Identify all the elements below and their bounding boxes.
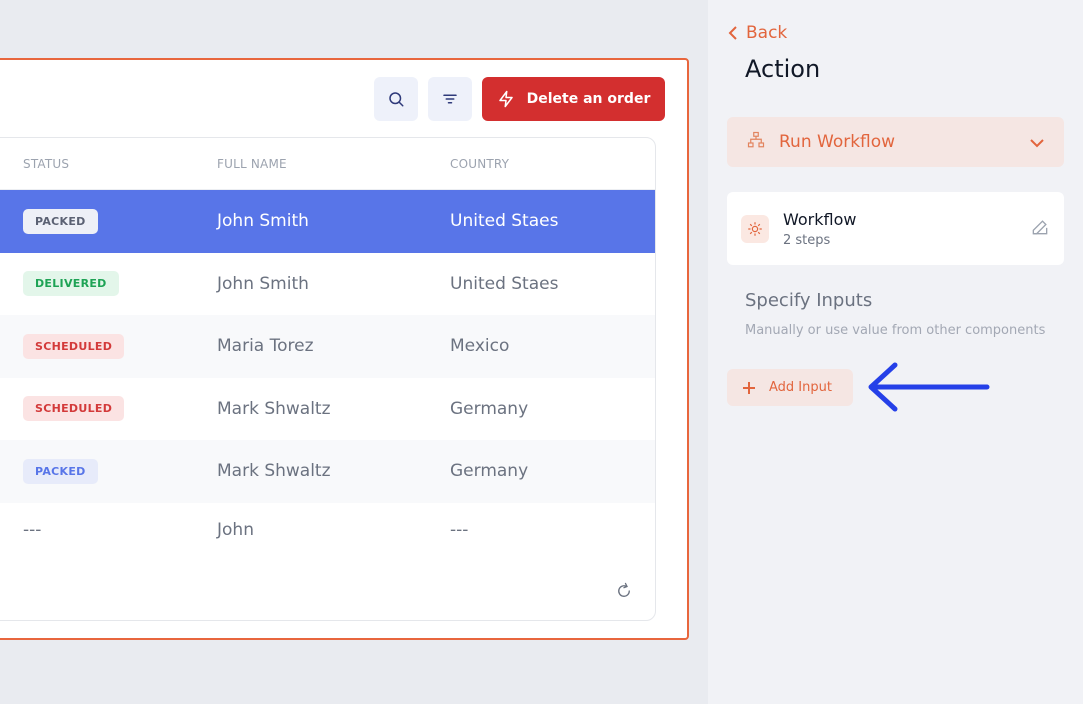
status-badge: DELIVERED xyxy=(23,271,119,297)
search-icon xyxy=(389,92,404,107)
table-row[interactable]: PACKED John Smith United Staes xyxy=(0,190,655,253)
add-input-label: Add Input xyxy=(769,380,832,395)
refresh-icon xyxy=(618,582,630,597)
lightning-icon xyxy=(498,90,513,108)
cell-full-name: Mark Shwaltz xyxy=(217,398,331,419)
cell-country: Germany xyxy=(450,398,529,419)
inspector-panel: Back Action Run Workflow Workflow 2 step… xyxy=(708,0,1083,704)
action-type-select[interactable]: Run Workflow xyxy=(727,117,1064,167)
orders-table: STATUS FULL NAME COUNTRY PACKED John Smi… xyxy=(0,137,656,621)
table-row[interactable]: DELIVERED John Smith United Staes xyxy=(0,253,655,316)
status-badge: SCHEDULED xyxy=(23,333,125,359)
inputs-section-title: Specify Inputs xyxy=(745,290,873,311)
column-header-status[interactable]: STATUS xyxy=(23,157,69,171)
edit-workflow-button[interactable] xyxy=(1030,217,1050,241)
table-row[interactable]: SCHEDULED Mark Shwaltz Germany xyxy=(0,378,655,441)
column-header-country[interactable]: COUNTRY xyxy=(450,157,509,171)
workflow-steps: 2 steps xyxy=(783,232,831,248)
filter-icon xyxy=(443,94,457,104)
filter-button[interactable] xyxy=(428,77,472,121)
cell-full-name: John Smith xyxy=(217,211,309,232)
workflow-name: Workflow xyxy=(783,209,857,229)
plus-icon xyxy=(743,381,755,394)
chevron-left-icon xyxy=(728,26,737,40)
back-label: Back xyxy=(746,23,788,43)
cell-country: United Staes xyxy=(450,211,559,232)
status-badge: PACKED xyxy=(23,458,98,484)
cell-country: --- xyxy=(450,520,469,540)
annotation-arrow-icon xyxy=(868,362,990,412)
status-badge: PACKED xyxy=(23,208,98,234)
status-badge: SCHEDULED xyxy=(23,396,125,422)
cell-country: United Staes xyxy=(450,273,559,294)
gear-icon xyxy=(748,221,762,236)
table-toolbar: Delete an order xyxy=(374,77,665,121)
column-header-full-name[interactable]: FULL NAME xyxy=(217,157,287,171)
sitemap-icon xyxy=(747,131,765,148)
cell-full-name: Maria Torez xyxy=(217,336,314,357)
back-link[interactable]: Back xyxy=(728,23,787,43)
inputs-section-subtitle: Manually or use value from other compone… xyxy=(745,323,1046,338)
table-component-frame[interactable]: Delete an order STATUS FULL NAME COUNTRY… xyxy=(0,58,689,640)
panel-title: Action xyxy=(745,55,821,83)
edit-icon xyxy=(1032,219,1048,234)
cell-full-name: John Smith xyxy=(217,273,309,294)
workflow-card[interactable]: Workflow 2 steps xyxy=(727,192,1064,265)
canvas-area: Delete an order STATUS FULL NAME COUNTRY… xyxy=(0,0,708,704)
table-header: STATUS FULL NAME COUNTRY xyxy=(0,138,655,190)
chevron-down-icon xyxy=(1030,138,1044,147)
delete-order-label: Delete an order xyxy=(526,91,651,107)
table-row[interactable]: SCHEDULED Maria Torez Mexico xyxy=(0,315,655,378)
cell-full-name: John xyxy=(217,520,254,540)
table-row[interactable]: PACKED Mark Shwaltz Germany xyxy=(0,440,655,503)
table-row[interactable]: --- John --- xyxy=(0,503,655,558)
cell-country: Germany xyxy=(450,461,529,482)
refresh-button[interactable] xyxy=(615,582,633,600)
add-input-button[interactable]: Add Input xyxy=(727,369,853,406)
action-type-label: Run Workflow xyxy=(779,132,896,152)
cell-country: Mexico xyxy=(450,336,510,357)
cell-full-name: Mark Shwaltz xyxy=(217,461,331,482)
cell-status: --- xyxy=(23,520,42,540)
search-button[interactable] xyxy=(374,77,418,121)
delete-order-button[interactable]: Delete an order xyxy=(482,77,665,121)
